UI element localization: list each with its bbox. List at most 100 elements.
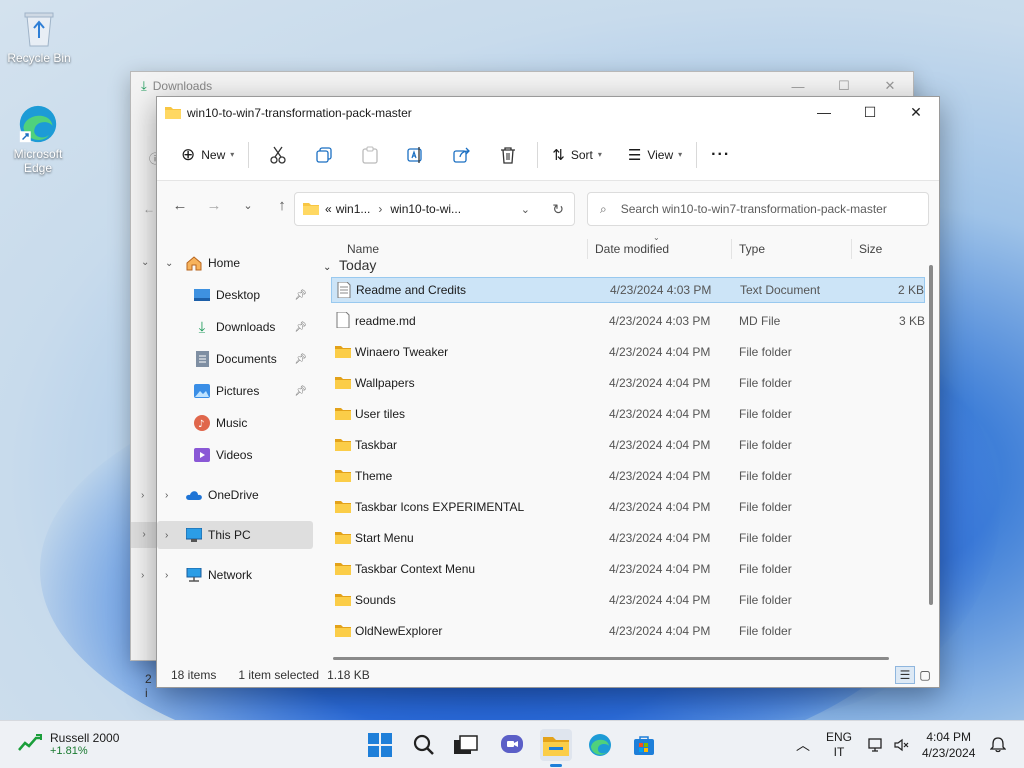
sidebar-item-downloads[interactable]: ⤓ Downloads 📌︎	[157, 313, 313, 341]
folder-icon	[335, 532, 351, 544]
address-overflow[interactable]: «	[325, 202, 332, 216]
chevron-down-icon: ⌄	[165, 257, 174, 269]
sidebar-item-onedrive[interactable]: › OneDrive	[157, 481, 313, 509]
column-date-modified[interactable]: Date modified	[595, 242, 669, 256]
sort-button[interactable]: ⇅ Sort ▾	[544, 138, 610, 172]
toolbar-separator	[696, 141, 698, 168]
task-view-button[interactable]	[450, 729, 482, 761]
tiles-view-icon[interactable]: ▢	[915, 666, 935, 684]
cloud-icon	[185, 486, 203, 504]
back-arrow-icon: ←	[143, 202, 155, 216]
volume-muted-icon[interactable]	[894, 721, 910, 768]
cut-button[interactable]	[263, 138, 293, 172]
file-type: File folder	[739, 624, 792, 638]
column-size[interactable]: Size	[859, 242, 882, 256]
sidebar-item-desktop[interactable]: Desktop 📌︎	[157, 281, 313, 309]
group-header[interactable]: ⌄ Today	[323, 257, 376, 273]
downloads-left-strip: ⓘ ← ⌄ › › › 2 i	[131, 100, 161, 700]
chevron-right-icon: ›	[131, 522, 157, 548]
status-bar: 18 items 1 item selected 1.18 KB ☰ ▢	[157, 663, 939, 687]
sidebar-item-network[interactable]: › Network	[157, 561, 313, 589]
sidebar-item-home[interactable]: ⌄ Home	[157, 249, 313, 277]
file-type: Text Document	[740, 283, 821, 297]
file-row[interactable]: readme.md 4/23/2024 4:03 PM MD File 3 KB	[331, 308, 925, 334]
file-type: File folder	[739, 469, 792, 483]
copy-button[interactable]	[309, 138, 339, 172]
chevron-right-icon: ›	[141, 570, 145, 581]
address-segment[interactable]: win1...	[336, 202, 371, 216]
file-row[interactable]: Readme and Credits 4/23/2024 4:03 PM Text …	[331, 277, 925, 303]
column-type[interactable]: Type	[739, 242, 765, 256]
recent-chevron-icon[interactable]: ⌄	[231, 190, 265, 220]
back-arrow-icon[interactable]: ←	[163, 190, 197, 220]
sidebar-item-this-pc[interactable]: › This PC	[157, 521, 313, 549]
minimize-icon[interactable]: —	[801, 97, 847, 127]
file-date: 4/23/2024 4:03 PM	[610, 283, 712, 297]
file-row[interactable]: User tiles 4/23/2024 4:04 PM File folder	[331, 401, 925, 427]
store-taskbar-button[interactable]	[628, 729, 660, 761]
address-bar[interactable]: « win1... › win10-to-wi... ⌄ ↻	[294, 192, 575, 226]
sort-icon: ⇅	[552, 146, 565, 164]
language-indicator[interactable]: ENG IT	[826, 721, 852, 768]
file-name: Sounds	[355, 593, 396, 607]
sidebar-item-documents[interactable]: Documents 📌︎	[157, 345, 313, 373]
chevron-down-icon[interactable]: ⌄	[521, 203, 530, 216]
file-type: File folder	[739, 345, 792, 359]
horizontal-scrollbar[interactable]	[333, 657, 889, 660]
new-button[interactable]: ⊕ New ▾	[173, 138, 242, 172]
sidebar-item-music[interactable]: ♪ Music	[157, 409, 313, 437]
desktop-icon-edge[interactable]: Microsoft Edge	[2, 104, 74, 175]
file-row[interactable]: Sounds 4/23/2024 4:04 PM File folder	[331, 587, 925, 613]
file-row[interactable]: Start Menu 4/23/2024 4:04 PM File folder	[331, 525, 925, 551]
search-placeholder: Search win10-to-win7-transformation-pack…	[620, 202, 887, 216]
paste-button[interactable]	[355, 138, 385, 172]
details-view-icon[interactable]: ☰	[895, 666, 915, 684]
desktop-icon-label: Microsoft Edge	[13, 147, 63, 175]
edge-icon	[589, 734, 611, 756]
widgets-button[interactable]: Russell 2000 +1.81%	[18, 731, 119, 757]
maximize-icon[interactable]: ☐	[847, 97, 893, 127]
folder-icon	[165, 105, 181, 122]
edge-taskbar-button[interactable]	[584, 729, 616, 761]
list-view-icon: ☰	[627, 146, 642, 164]
search-button[interactable]	[408, 729, 440, 761]
view-button[interactable]: ☰ View ▾	[620, 138, 690, 172]
network-status-icon[interactable]	[868, 721, 884, 768]
sort-chevron-icon: ⌄	[653, 233, 660, 242]
notifications-icon[interactable]	[990, 721, 1006, 768]
file-row[interactable]: OldNewExplorer 4/23/2024 4:04 PM File fold…	[331, 618, 925, 644]
address-segment[interactable]: win10-to-wi...	[390, 202, 461, 216]
file-row[interactable]: Taskbar Context Menu 4/23/2024 4:04 PM Fil…	[331, 556, 925, 582]
file-row[interactable]: Winaero Tweaker 4/23/2024 4:04 PM File fol…	[331, 339, 925, 365]
column-name[interactable]: Name	[347, 242, 379, 256]
chat-button[interactable]	[496, 729, 528, 761]
tray-overflow[interactable]: ︿	[796, 721, 810, 768]
sidebar-item-videos[interactable]: Videos	[157, 441, 313, 469]
file-row[interactable]: Theme 4/23/2024 4:04 PM File folder	[331, 463, 925, 489]
search-box[interactable]: ⌕ Search win10-to-win7-transformation-pa…	[587, 192, 929, 226]
folder-icon	[335, 625, 351, 637]
forward-arrow-icon[interactable]: →	[197, 190, 231, 220]
file-explorer-taskbar-button[interactable]	[540, 729, 572, 767]
clock[interactable]: 4:04 PM 4/23/2024	[922, 721, 975, 768]
file-date: 4/23/2024 4:04 PM	[609, 469, 711, 483]
rename-button[interactable]	[401, 138, 431, 172]
start-button[interactable]	[364, 729, 396, 761]
view-switcher: ☰ ▢	[895, 666, 935, 684]
more-options-button[interactable]: ···	[703, 138, 738, 172]
refresh-icon[interactable]: ↻	[552, 201, 564, 218]
file-row[interactable]: Wallpapers 4/23/2024 4:04 PM File folder	[331, 370, 925, 396]
status-item-count: 18 items	[171, 668, 217, 682]
pin-icon: 📌︎	[294, 289, 307, 301]
folder-icon	[335, 408, 351, 420]
share-button[interactable]	[447, 138, 477, 172]
desktop-icon-recycle-bin[interactable]: Recycle Bin	[3, 8, 75, 65]
delete-button[interactable]	[493, 138, 523, 172]
file-row[interactable]: Taskbar Icons EXPERIMENTAL 4/23/2024 4:04…	[331, 494, 925, 520]
chevron-down-icon: ⌄	[141, 257, 150, 268]
sidebar-item-pictures[interactable]: Pictures 📌︎	[157, 377, 313, 405]
explorer-window[interactable]: win10-to-win7-transformation-pack-master…	[156, 96, 940, 688]
vertical-scrollbar[interactable]	[929, 265, 933, 605]
close-icon[interactable]: ✕	[893, 97, 939, 127]
file-row[interactable]: Taskbar 4/23/2024 4:04 PM File folder	[331, 432, 925, 458]
